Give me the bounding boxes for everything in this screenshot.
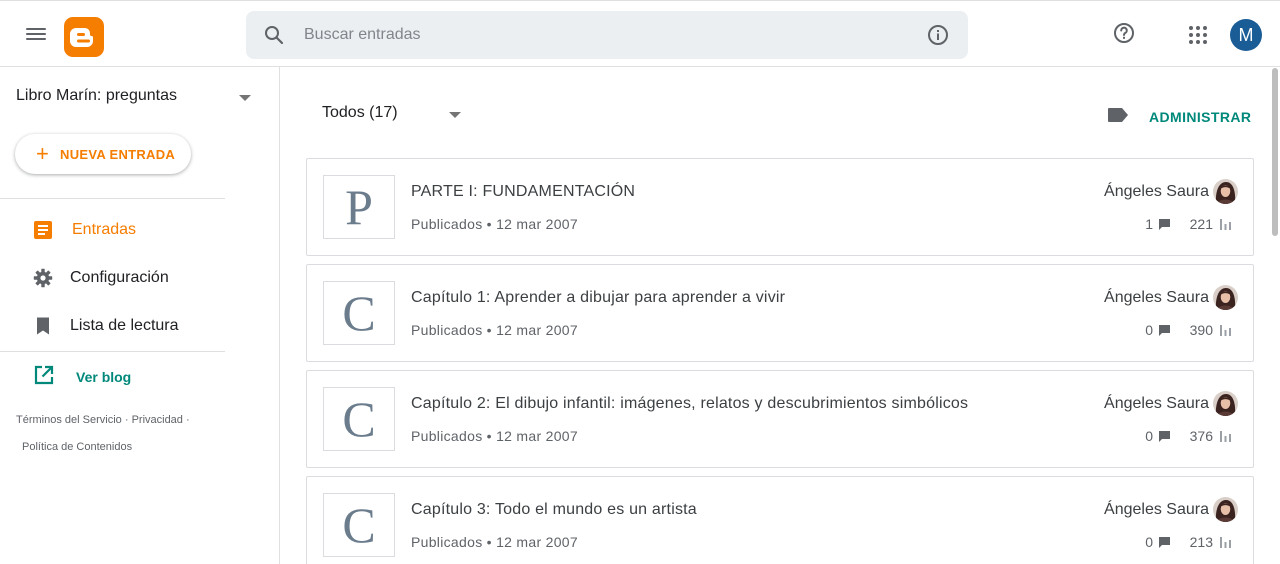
search-bar: [246, 11, 968, 59]
scrollbar[interactable]: [1270, 67, 1280, 564]
post-row[interactable]: C Capítulo 2: El dibujo infantil: imágene…: [306, 370, 1254, 468]
author-avatar: [1213, 391, 1238, 416]
post-status: Publicados • 12 mar 2007: [411, 534, 578, 550]
sidebar-item-configuracion[interactable]: Configuración: [0, 258, 225, 298]
post-author: Ángeles Saura: [1104, 183, 1209, 200]
account-avatar[interactable]: M: [1230, 19, 1262, 51]
post-thumbnail: C: [323, 281, 395, 345]
hamburger-menu-icon[interactable]: [22, 22, 50, 46]
bar-chart-icon: [1220, 431, 1231, 442]
sidebar-item-label: Configuración: [70, 269, 169, 286]
blogger-logo-icon[interactable]: [64, 17, 104, 57]
post-row[interactable]: C Capítulo 1: Aprender a dibujar para apr…: [306, 264, 1254, 362]
sidebar-item-label: Entradas: [72, 221, 137, 238]
post-title[interactable]: Capítulo 3: Todo el mundo es un artista: [411, 501, 697, 519]
post-status: Publicados • 12 mar 2007: [411, 322, 578, 338]
divider: [0, 198, 225, 199]
post-status: Publicados • 12 mar 2007: [411, 428, 578, 444]
post-title[interactable]: Capítulo 2: El dibujo infantil: imágenes…: [411, 395, 968, 413]
post-row[interactable]: P PARTE I: FUNDAMENTACIÓN Publicados • 12 …: [306, 158, 1254, 256]
comment-icon: [1159, 431, 1170, 442]
view-blog-link[interactable]: Ver blog: [0, 363, 225, 389]
external-link-icon: [34, 365, 54, 385]
comments-count: 0: [1145, 428, 1153, 444]
filter-label: Todos (17): [322, 104, 398, 121]
post-author: Ángeles Saura: [1104, 395, 1209, 412]
author-avatar: [1213, 497, 1238, 522]
post-thumbnail: C: [323, 493, 395, 557]
comments-count: 0: [1145, 322, 1153, 338]
comment-icon: [1159, 537, 1170, 548]
views-count: 221: [1189, 216, 1213, 232]
separator: ·: [185, 414, 190, 426]
comment-icon: [1159, 219, 1170, 230]
post-row[interactable]: C Capítulo 3: Todo el mundo es un artista…: [306, 476, 1254, 564]
plus-icon: +: [36, 141, 49, 166]
bar-chart-icon: [1220, 325, 1231, 336]
dropdown-caret-icon: [239, 95, 251, 101]
comments-count: 0: [1145, 534, 1153, 550]
posts-main: Todos (17) ADMINISTRAR P PARTE I: FUNDAME…: [281, 67, 1270, 564]
views-count: 376: [1189, 428, 1213, 444]
search-icon[interactable]: [262, 23, 286, 47]
post-stats: 0 390: [1035, 321, 1235, 341]
terms-link[interactable]: Términos del Servicio: [16, 414, 122, 426]
divider: [0, 351, 225, 352]
post-stats: 1 221: [1035, 215, 1235, 235]
gear-icon: [33, 268, 53, 288]
views-count: 390: [1189, 322, 1213, 338]
apps-grid-icon[interactable]: [1186, 23, 1210, 47]
top-bar: M: [0, 0, 1280, 67]
info-icon[interactable]: [926, 23, 950, 47]
blog-name: Libro Marín: preguntas: [16, 87, 177, 104]
bar-chart-icon: [1220, 537, 1231, 548]
search-input[interactable]: [304, 23, 904, 47]
post-author: Ángeles Saura: [1104, 501, 1209, 518]
sidebar: Libro Marín: preguntas + NUEVA ENTRADA E…: [0, 67, 280, 564]
bar-chart-icon: [1220, 219, 1231, 230]
label-tag-icon[interactable]: [1107, 107, 1129, 123]
view-blog-label: Ver blog: [76, 369, 132, 385]
posts-icon: [34, 221, 52, 239]
new-post-label: NUEVA ENTRADA: [60, 147, 176, 162]
content-policy-link[interactable]: Política de Contenidos: [22, 441, 132, 453]
author-avatar: [1213, 179, 1238, 204]
scrollbar-thumb[interactable]: [1272, 68, 1278, 236]
post-stats: 0 213: [1035, 533, 1235, 553]
post-filter-dropdown[interactable]: Todos (17): [322, 104, 472, 126]
new-post-button[interactable]: + NUEVA ENTRADA: [15, 134, 191, 174]
post-thumbnail: P: [323, 175, 395, 239]
manage-labels-button[interactable]: ADMINISTRAR: [1149, 109, 1251, 125]
sidebar-item-lista-de-lectura[interactable]: Lista de lectura: [0, 306, 225, 346]
post-author: Ángeles Saura: [1104, 289, 1209, 306]
help-icon[interactable]: [1112, 21, 1136, 45]
dropdown-caret-icon: [449, 112, 461, 118]
sidebar-item-entradas[interactable]: Entradas: [0, 210, 225, 250]
comments-count: 1: [1145, 216, 1153, 232]
post-status: Publicados • 12 mar 2007: [411, 216, 578, 232]
post-title[interactable]: Capítulo 1: Aprender a dibujar para apre…: [411, 289, 785, 307]
privacy-link[interactable]: Privacidad: [132, 414, 183, 426]
post-thumbnail: C: [323, 387, 395, 451]
bookmark-icon: [37, 317, 49, 335]
author-avatar: [1213, 285, 1238, 310]
comment-icon: [1159, 325, 1170, 336]
blog-selector[interactable]: Libro Marín: preguntas: [16, 87, 256, 109]
post-stats: 0 376: [1035, 427, 1235, 447]
post-title[interactable]: PARTE I: FUNDAMENTACIÓN: [411, 183, 635, 201]
views-count: 213: [1189, 534, 1213, 550]
sidebar-item-label: Lista de lectura: [70, 317, 179, 334]
footer-links: Términos del Servicio · Privacidad · Pol…: [16, 407, 226, 461]
separator: ·: [124, 414, 132, 426]
